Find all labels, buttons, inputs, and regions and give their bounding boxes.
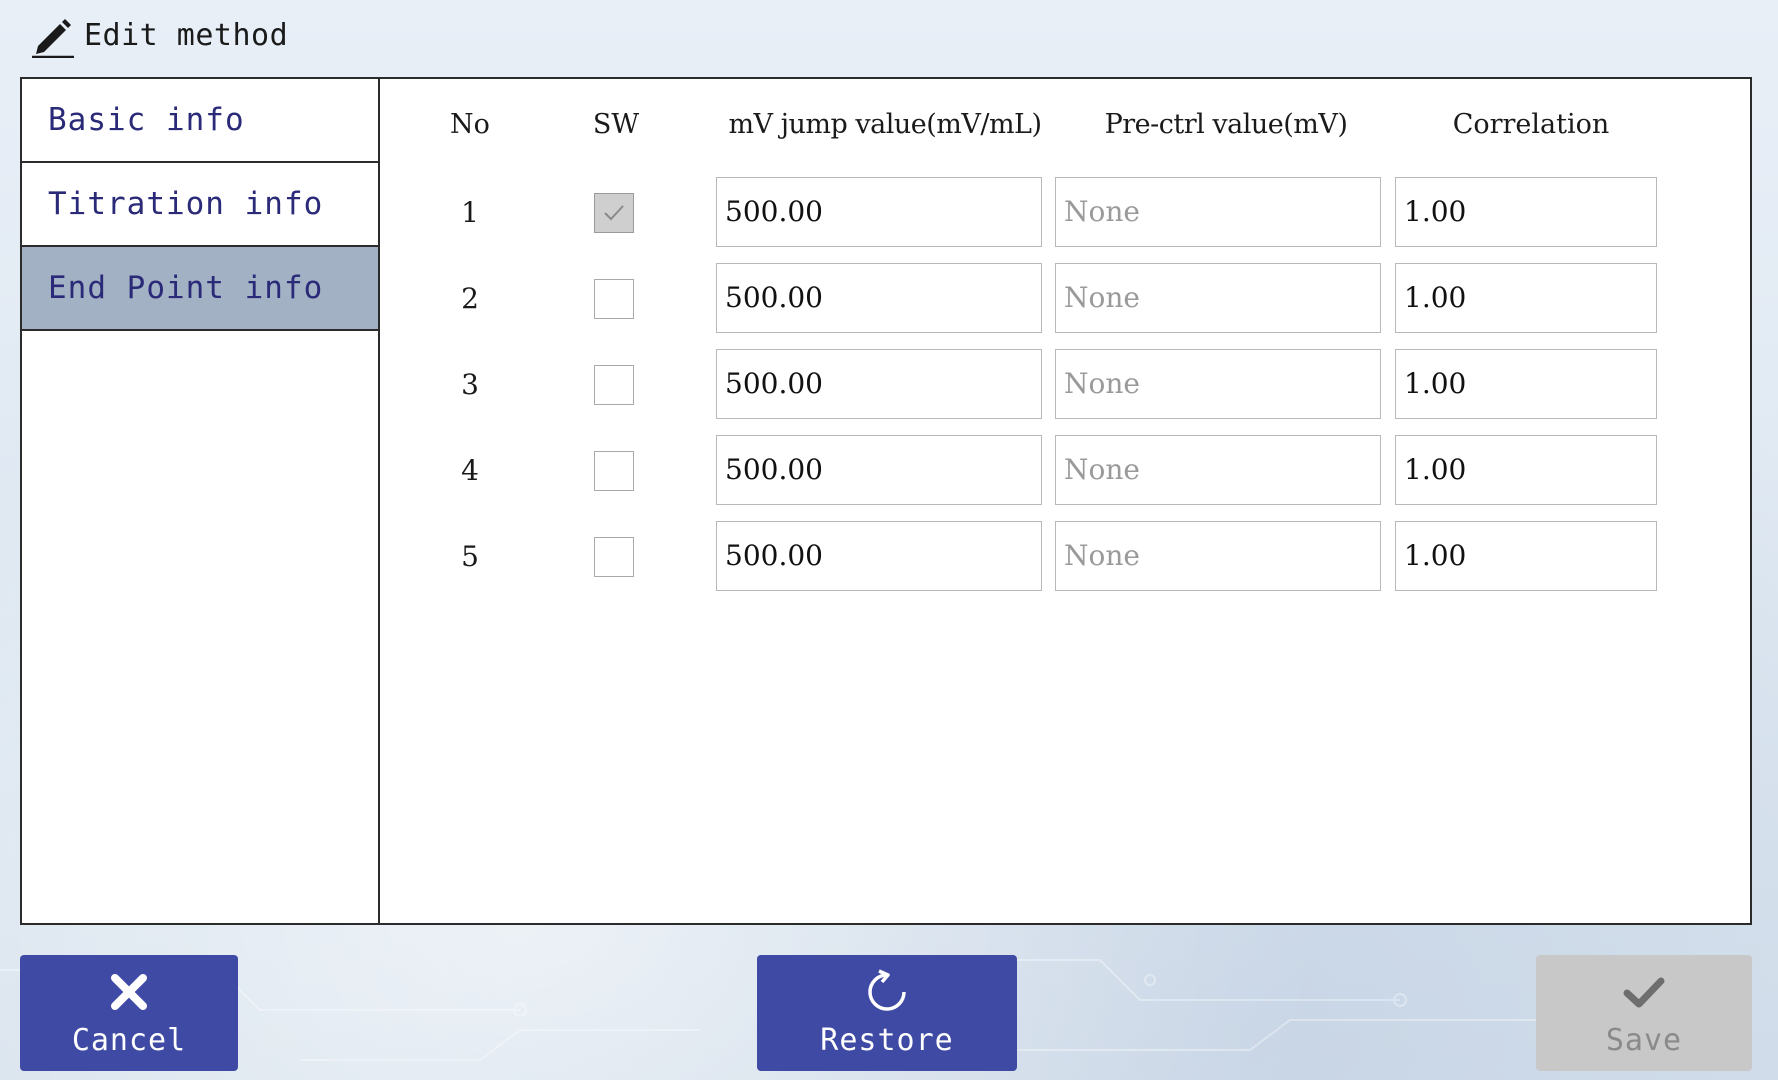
correlation-input[interactable]: 1.00: [1395, 435, 1657, 505]
table-row: 5 500.00 None 1.00: [380, 521, 1750, 593]
table-row: 3 500.00 None 1.00: [380, 349, 1750, 421]
pre-ctrl-input[interactable]: None: [1055, 349, 1381, 419]
pre-ctrl-input[interactable]: None: [1055, 177, 1381, 247]
correlation-input[interactable]: 1.00: [1395, 521, 1657, 591]
mv-jump-input[interactable]: 500.00: [716, 263, 1042, 333]
save-button[interactable]: Save: [1536, 955, 1752, 1071]
sw-checkbox[interactable]: [594, 537, 634, 577]
correlation-input[interactable]: 1.00: [1395, 177, 1657, 247]
pre-ctrl-input[interactable]: None: [1055, 521, 1381, 591]
column-header-mv-jump: mV jump value(mV/mL): [728, 109, 1042, 140]
method-panel: Basic info Titration info End Point info…: [20, 77, 1752, 925]
mv-jump-input[interactable]: 500.00: [716, 435, 1042, 505]
cancel-button-label: Cancel: [71, 1022, 187, 1058]
title-bar: Edit method: [30, 10, 288, 60]
pre-ctrl-input[interactable]: None: [1055, 435, 1381, 505]
table-row: 2 500.00 None 1.00: [380, 263, 1750, 335]
column-header-pre-ctrl: Pre-ctrl value(mV): [1104, 109, 1348, 140]
mv-jump-input[interactable]: 500.00: [716, 177, 1042, 247]
end-point-table: No SW mV jump value(mV/mL) Pre-ctrl valu…: [380, 79, 1750, 923]
mv-jump-input[interactable]: 500.00: [716, 521, 1042, 591]
column-header-correlation: Correlation: [1452, 109, 1610, 140]
column-header-sw: SW: [592, 109, 640, 140]
cancel-button[interactable]: Cancel: [20, 955, 238, 1071]
row-number: 1: [461, 196, 479, 229]
mv-jump-input[interactable]: 500.00: [716, 349, 1042, 419]
sidebar: Basic info Titration info End Point info: [22, 79, 380, 923]
correlation-input[interactable]: 1.00: [1395, 263, 1657, 333]
pre-ctrl-input[interactable]: None: [1055, 263, 1381, 333]
save-button-label: Save: [1605, 1022, 1683, 1058]
correlation-input[interactable]: 1.00: [1395, 349, 1657, 419]
restore-button-label: Restore: [820, 1022, 954, 1058]
page-title: Edit method: [84, 17, 289, 53]
row-number: 3: [461, 368, 479, 401]
checkmark-icon: [604, 205, 624, 221]
sidebar-item-titration-info[interactable]: Titration info: [22, 163, 378, 247]
row-number: 2: [461, 282, 479, 315]
row-number: 5: [461, 540, 479, 573]
sw-checkbox[interactable]: [594, 193, 634, 233]
table-row: 4 500.00 None 1.00: [380, 435, 1750, 507]
column-header-no: No: [450, 109, 490, 140]
pencil-icon: [32, 19, 74, 58]
restore-button[interactable]: Restore: [757, 955, 1017, 1071]
sidebar-item-basic-info[interactable]: Basic info: [22, 79, 378, 163]
sw-checkbox[interactable]: [594, 451, 634, 491]
sidebar-item-end-point-info[interactable]: End Point info: [22, 247, 378, 331]
sw-checkbox[interactable]: [594, 365, 634, 405]
refresh-icon: [868, 968, 906, 1011]
sw-checkbox[interactable]: [594, 279, 634, 319]
close-icon: [111, 973, 147, 1010]
table-row: 1 500.00 None 1.00: [380, 177, 1750, 249]
checkmark-icon: [1623, 977, 1665, 1007]
row-number: 4: [461, 454, 479, 487]
